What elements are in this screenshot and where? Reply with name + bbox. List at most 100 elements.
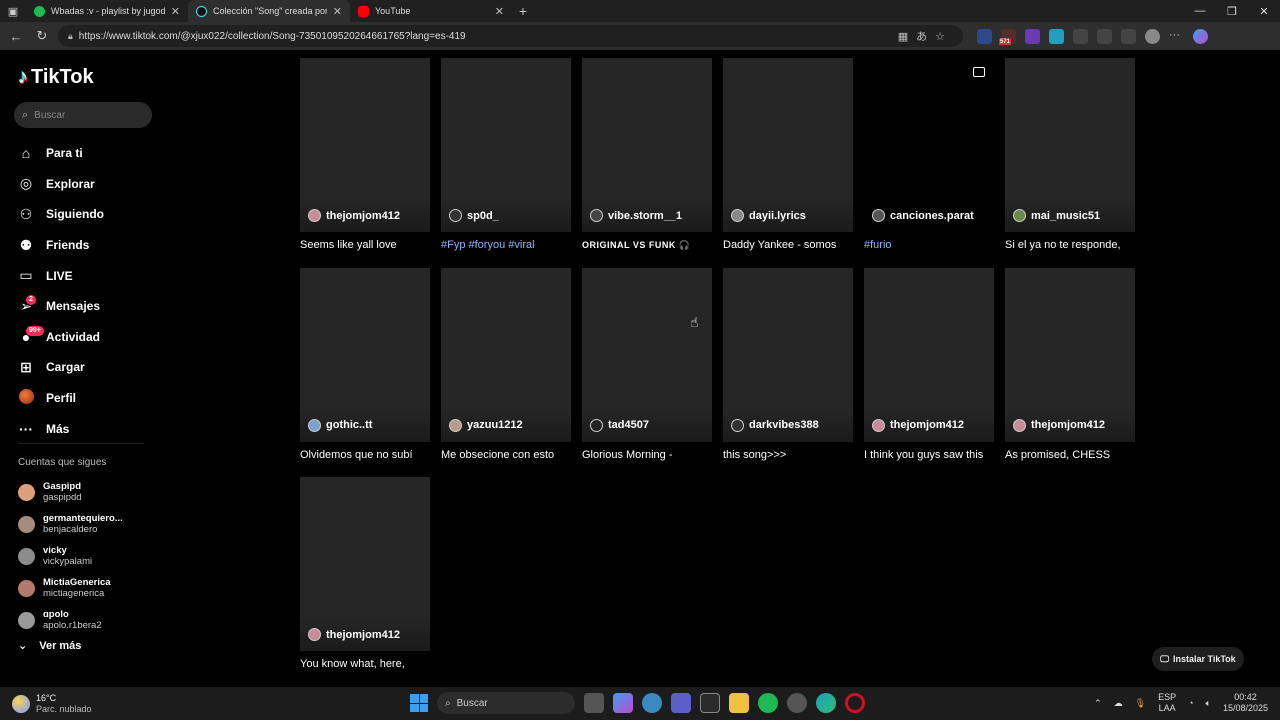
spotify-icon[interactable] xyxy=(758,693,778,713)
following-account[interactable]: MictiaGenerica mictiagenerica xyxy=(18,572,123,604)
video-author[interactable]: vibe.storm__1 xyxy=(590,209,682,222)
volume-icon[interactable]: 🔈︎ xyxy=(1206,698,1211,709)
extension-badge-icon[interactable]: 571 xyxy=(999,28,1016,45)
back-icon[interactable]: ← xyxy=(6,29,26,44)
browser-tab-youtube[interactable]: YouTube ✕ xyxy=(350,0,512,22)
video-author[interactable]: thejomjom412 xyxy=(308,209,400,222)
taskbar-search[interactable]: ⌕ Buscar xyxy=(437,692,575,714)
video-thumbnail[interactable]: yazuu1212 xyxy=(441,267,571,442)
video-card[interactable]: darkvibes388 this song>>> xyxy=(723,267,853,464)
sidebar-item-friends[interactable]: ⚉ Friends xyxy=(18,230,104,261)
browser-tab-spotify[interactable]: Wbadas :v - playlist by jugodeuva ✕ xyxy=(26,0,188,22)
language-indicator[interactable]: ESP LAA xyxy=(1158,692,1176,714)
video-caption[interactable]: As promised, CHESS xyxy=(1005,446,1135,464)
following-account[interactable]: Gaspipd gaspipdd xyxy=(18,476,123,508)
tiktok-logo[interactable]: ♪ TikTok xyxy=(18,66,94,89)
video-caption[interactable]: Daddy Yankee - somos xyxy=(723,236,853,254)
video-thumbnail[interactable]: thejomjom412 xyxy=(300,58,430,232)
edge-icon[interactable] xyxy=(816,693,836,713)
following-account[interactable]: vicky vickypalami xyxy=(18,540,123,572)
opera-icon[interactable] xyxy=(845,693,865,713)
sidebar-item-home[interactable]: ⌂ Para ti xyxy=(18,138,104,169)
video-caption[interactable]: You know what, here, xyxy=(300,655,430,673)
video-author[interactable]: dayii.lyrics xyxy=(731,209,806,222)
copilot-icon[interactable] xyxy=(1193,28,1208,44)
windows-start-icon[interactable] xyxy=(410,694,428,712)
video-author[interactable]: thejomjom412 xyxy=(872,418,964,432)
video-author[interactable]: sp0d_ xyxy=(449,209,499,222)
video-card[interactable]: thejomjom412 I think you guys saw this xyxy=(864,267,994,464)
following-account[interactable]: germantequiero... benjacaldero xyxy=(18,508,123,540)
video-card[interactable]: thejomjom412 Seems like yall love xyxy=(300,58,430,254)
video-card[interactable]: mai_music51 Si el ya no te responde, xyxy=(1005,58,1135,254)
video-caption[interactable]: ORIGINAL VS FUNK 🎧 xyxy=(582,236,712,254)
video-thumbnail[interactable]: vibe.storm__1 xyxy=(582,58,712,232)
teams-icon[interactable] xyxy=(671,693,691,713)
video-thumbnail[interactable]: thejomjom412 xyxy=(1005,267,1135,442)
video-caption[interactable]: #furio xyxy=(864,236,994,254)
video-caption[interactable]: this song>>> xyxy=(723,446,853,464)
wifi-icon[interactable]: ◔ xyxy=(1188,698,1193,708)
video-card[interactable]: dayii.lyrics Daddy Yankee - somos xyxy=(723,58,853,254)
video-thumbnail[interactable]: darkvibes388 xyxy=(723,267,853,442)
see-more-button[interactable]: ⌄ Ver más xyxy=(18,639,81,653)
video-thumbnail[interactable]: dayii.lyrics xyxy=(723,58,853,232)
split-screen-icon[interactable] xyxy=(1097,28,1112,44)
video-caption[interactable]: Olvidemos que no subí xyxy=(300,446,430,464)
tab-actions-icon[interactable]: ▣ xyxy=(0,0,26,22)
video-card[interactable]: gothic..tt Olvidemos que no subí xyxy=(300,267,430,464)
chrome-icon[interactable] xyxy=(642,693,662,713)
close-tab-icon[interactable]: ✕ xyxy=(171,5,180,18)
video-thumbnail[interactable]: thejomjom412 xyxy=(300,477,430,651)
sidebar-item-upload[interactable]: ⊞ Cargar xyxy=(18,352,104,383)
task-view-icon[interactable] xyxy=(584,693,604,713)
extension-icon[interactable] xyxy=(977,28,992,44)
video-author[interactable]: thejomjom412 xyxy=(1013,418,1105,432)
sidebar-item-activity[interactable]: ● 99+ Actividad xyxy=(18,322,104,353)
install-tiktok-button[interactable]: 🖵 Instalar TikTok xyxy=(1152,647,1244,671)
show-hidden-icons[interactable]: ⌃ xyxy=(1094,698,1102,709)
url-actions-icon[interactable]: ▦あ☆ xyxy=(898,28,953,44)
video-thumbnail[interactable]: canciones.parat xyxy=(864,58,994,232)
profile-avatar-icon[interactable] xyxy=(1145,28,1160,44)
menu-dots-icon[interactable]: ··· xyxy=(1169,29,1184,44)
video-card[interactable]: thejomjom412 As promised, CHESS xyxy=(1005,267,1135,464)
refresh-icon[interactable]: ↻ xyxy=(32,28,52,44)
copilot-app-icon[interactable] xyxy=(613,693,633,713)
extension-icon[interactable] xyxy=(1049,28,1064,44)
sidebar-item-messages[interactable]: ➢ 2 Mensajes xyxy=(18,291,104,322)
favorites-icon[interactable] xyxy=(1121,28,1136,44)
sidebar-item-more[interactable]: ··· Más xyxy=(18,413,104,444)
video-caption[interactable]: #Fyp #foryou #viral xyxy=(441,236,571,254)
video-author[interactable]: tad4507 xyxy=(590,418,649,432)
close-tab-icon[interactable]: ✕ xyxy=(333,5,342,18)
video-caption[interactable]: Si el ya no te responde, xyxy=(1005,236,1135,254)
video-author[interactable]: yazuu1212 xyxy=(449,418,523,432)
video-caption[interactable]: Seems like yall love xyxy=(300,236,430,254)
video-author[interactable]: gothic..tt xyxy=(308,418,372,432)
video-thumbnail[interactable]: thejomjom412 xyxy=(864,267,994,442)
video-thumbnail[interactable]: tad4507 xyxy=(582,267,712,442)
new-tab-button[interactable]: + xyxy=(512,3,534,19)
close-tab-icon[interactable]: ✕ xyxy=(495,5,504,18)
sidebar-item-live[interactable]: ▭ LIVE xyxy=(18,260,104,291)
browser-tab-tiktok[interactable]: Colección "Song" creada por xjux ✕ xyxy=(188,0,350,22)
minimize-icon[interactable]: — xyxy=(1184,5,1216,18)
steam-icon[interactable] xyxy=(787,693,807,713)
video-caption[interactable]: Glorious Morning - xyxy=(582,446,712,464)
sidebar-item-compass[interactable]: ◎ Explorar xyxy=(18,169,104,200)
sidebar-item-following[interactable]: ⚇ Siguiendo xyxy=(18,199,104,230)
video-card[interactable]: thejomjom412 You know what, here, xyxy=(300,477,430,673)
extension-icon[interactable] xyxy=(1025,28,1040,44)
video-card[interactable]: yazuu1212 Me obsecione con esto xyxy=(441,267,571,464)
weather-widget[interactable]: 16°C Parc. nublado xyxy=(0,693,200,715)
microphone-icon[interactable]: 🎙︎ xyxy=(1135,698,1146,709)
url-field[interactable]: 🔒︎ https://www.tiktok.com/@xjux022/colle… xyxy=(58,25,963,47)
store-icon[interactable] xyxy=(700,693,720,713)
video-caption[interactable]: Me obsecione con esto xyxy=(441,446,571,464)
video-card[interactable]: vibe.storm__1 ORIGINAL VS FUNK 🎧 xyxy=(582,58,712,254)
sidebar-item-profile[interactable]: Perfil xyxy=(18,383,104,414)
restore-icon[interactable]: ❐ xyxy=(1216,5,1248,18)
following-account[interactable]: ɑpolo apolo.r1bera2 xyxy=(18,604,123,636)
video-caption[interactable]: I think you guys saw this xyxy=(864,446,994,464)
